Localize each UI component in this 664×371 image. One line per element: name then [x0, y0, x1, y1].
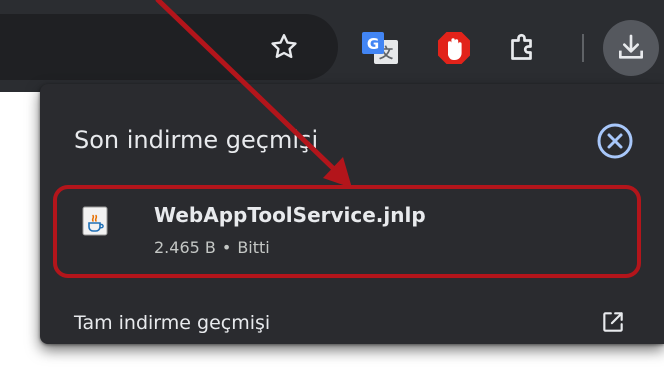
close-button[interactable]	[594, 120, 636, 162]
puzzle-extensions-icon[interactable]	[505, 29, 541, 67]
download-icon	[619, 34, 643, 59]
close-circle-icon	[597, 123, 633, 159]
open-in-new-icon[interactable]	[600, 309, 626, 335]
full-history-link[interactable]: Tam indirme geçmişi	[74, 312, 270, 334]
download-bubble: Son indirme geçmişi WebAppToolService.jn…	[40, 84, 664, 344]
meta-separator: •	[221, 238, 232, 257]
stop-hand-icon[interactable]	[436, 30, 472, 66]
google-translate-icon[interactable]: 文 G	[360, 30, 400, 66]
downloads-button[interactable]	[603, 20, 659, 76]
screenshot: 文 G Son indirme geçmişi WebAppToolServic…	[0, 0, 664, 371]
download-status: Bitti	[237, 238, 270, 257]
svg-text:G: G	[367, 35, 379, 53]
file-name: WebAppToolService.jnlp	[154, 203, 426, 227]
bubble-title: Son indirme geçmişi	[74, 126, 319, 154]
file-meta: 2.465 B • Bitti	[154, 238, 270, 257]
file-size: 2.465 B	[154, 238, 216, 257]
toolbar-separator	[582, 34, 584, 62]
browser-toolbar: 文 G	[0, 0, 664, 92]
java-file-icon	[82, 206, 108, 236]
star-icon[interactable]	[268, 31, 300, 63]
download-item[interactable]: WebAppToolService.jnlp 2.465 B • Bitti	[68, 188, 648, 278]
